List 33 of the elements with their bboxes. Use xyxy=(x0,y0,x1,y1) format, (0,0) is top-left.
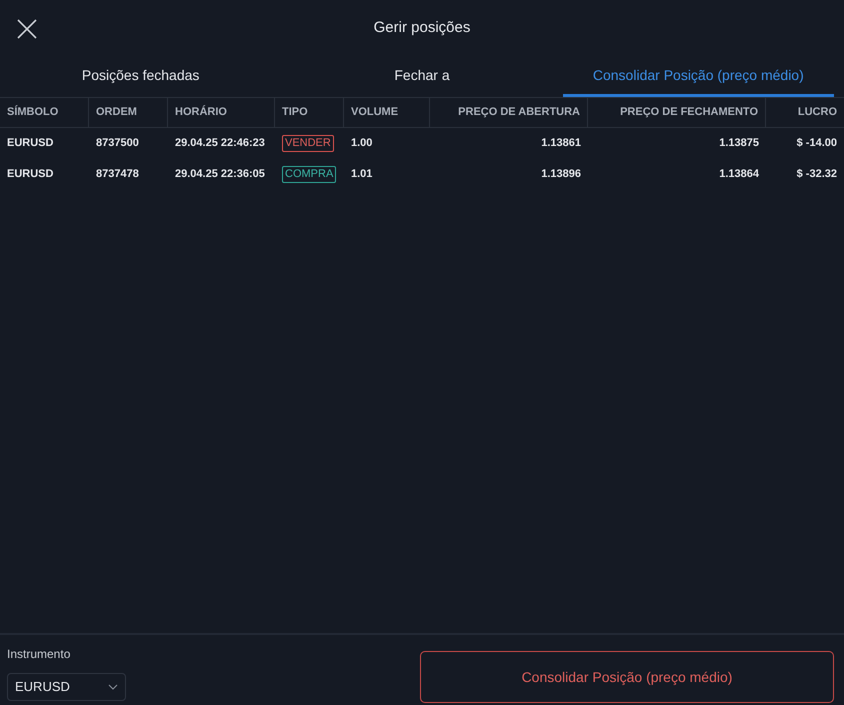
type-badge: COMPRA xyxy=(282,166,336,183)
table-cell-text: 29.04.25 22:36:05 xyxy=(175,167,265,182)
table-cell-text: 8737478 xyxy=(96,167,139,182)
table-cell-text: EURUSD xyxy=(7,167,54,182)
type-badge: VENDER xyxy=(282,135,334,152)
column-header: ORDEM xyxy=(89,98,168,127)
tab[interactable]: Consolidar Posição (preço médio) xyxy=(562,56,834,97)
table-cell-text: EURUSD xyxy=(7,136,54,152)
chevron-down-icon xyxy=(108,684,118,690)
table-cell-text: 1.00 xyxy=(351,136,372,152)
table-cell-text: 1.13864 xyxy=(719,167,759,182)
tab[interactable]: Fechar a xyxy=(281,56,563,97)
window-title: Gerir posições xyxy=(374,18,470,38)
close-icon xyxy=(16,18,38,40)
column-header: VOLUME xyxy=(344,98,430,127)
instrument-dropdown[interactable]: EURUSD xyxy=(7,673,126,701)
column-header: TIPO xyxy=(275,98,344,127)
consolidate-button[interactable]: Consolidar Posição (preço médio) xyxy=(420,651,834,703)
table-cell-text: $ -14.00 xyxy=(796,136,837,152)
column-header: PREÇO DE ABERTURA xyxy=(430,98,588,127)
column-header: SÍMBOLO xyxy=(0,98,89,127)
column-header: HORÁRIO xyxy=(168,98,275,127)
table-cell-text: 8737500 xyxy=(96,136,139,152)
table-cell-text: $ -32.32 xyxy=(796,167,837,182)
table-cell-text: 29.04.25 22:46:23 xyxy=(175,136,265,152)
table-cell-text: 1.13875 xyxy=(719,136,759,152)
table-cell-text: 1.01 xyxy=(351,167,372,182)
tab[interactable]: Posições fechadas xyxy=(0,56,282,97)
column-header: PREÇO DE FECHAMENTO xyxy=(588,98,766,127)
table-cell-text: 1.13861 xyxy=(541,136,581,152)
column-header: LUCRO xyxy=(796,105,838,120)
instrument-label: Instrumento xyxy=(7,646,72,663)
table-cell-text: 1.13896 xyxy=(541,167,581,182)
